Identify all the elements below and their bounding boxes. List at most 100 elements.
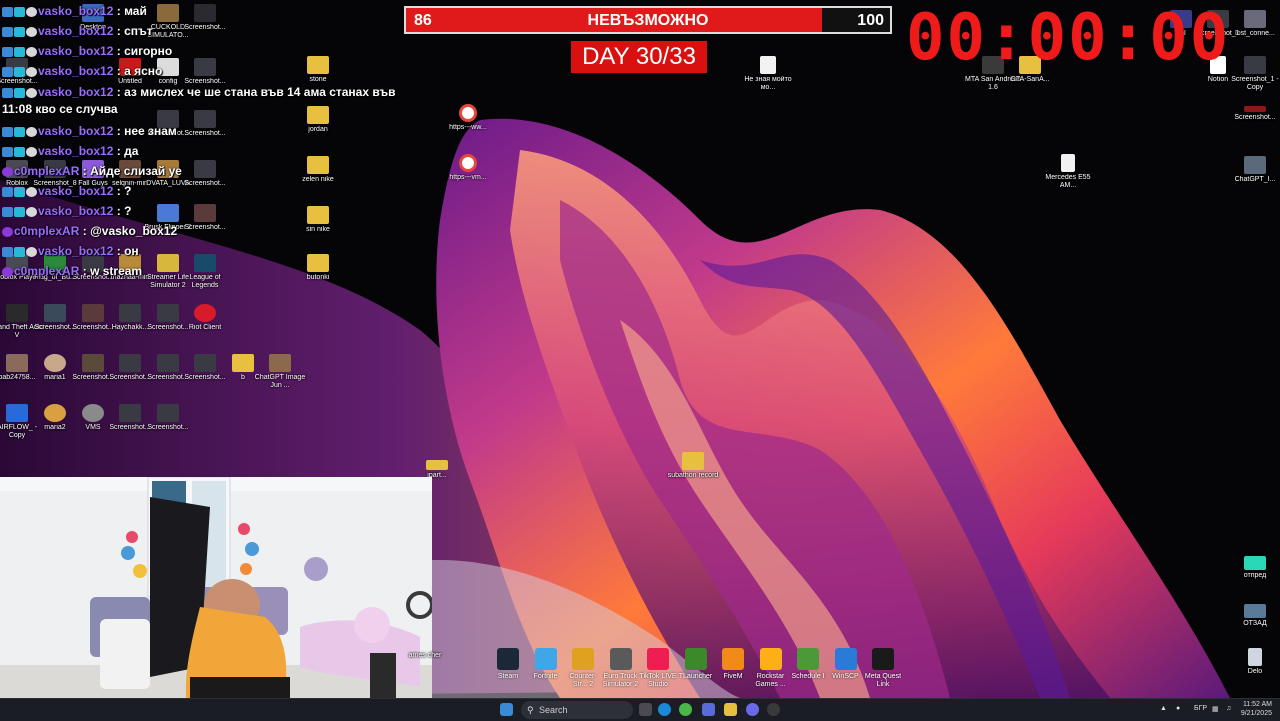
badge-icon [14,6,25,17]
desktop-icon[interactable]: Screenshot_1 - Copy [1226,56,1280,92]
language-indicator[interactable]: БГР [1194,705,1207,712]
chat-username: vasko_box12 [38,44,114,58]
dock-shortcut[interactable]: Meta Quest Link [864,648,902,689]
app-icon [797,648,819,670]
desktop-icon[interactable]: Screenshot... [176,160,234,188]
desktop-icon[interactable]: ОТЗАД [1226,604,1280,628]
chat-separator: : [116,204,121,218]
dock-shortcut[interactable]: Fortnite [527,648,565,681]
microphone-icon[interactable]: ● [1176,705,1180,712]
discord-icon[interactable] [702,703,715,716]
dock-shortcut[interactable]: Steam [489,648,527,681]
chat-username: c0mplexAR [14,164,80,178]
chat-message: vasko_box12 : ? [2,204,131,222]
desktop-icon[interactable]: Riot Client [176,304,234,332]
chrome-shortcut[interactable]: https---vm... [439,154,497,182]
windows-start-icon[interactable] [500,703,513,716]
badge-icon [14,146,25,157]
task-view-icon[interactable] [639,703,652,716]
badge-icon [2,226,13,237]
network-icon[interactable]: ▦ [1212,705,1219,713]
dock-shortcut[interactable]: WinSCP [827,648,865,681]
folder-butonki[interactable]: butonki [289,254,347,282]
badge-icon [2,26,13,37]
chat-separator: : [82,164,87,178]
chat-text: нее знам [124,124,177,138]
chat-text: он [124,244,139,258]
desktop-icon[interactable]: ChatGPT Image Jun ... [251,354,309,390]
clock-date: 9/21/2025 [1240,710,1272,717]
video-file-icon [760,56,776,74]
chat-separator: : [82,264,87,278]
chat-message: c0mplexAR : @vasko_box12 [2,224,177,242]
badge-icon [2,186,13,197]
folder-sin-nike[interactable]: sin nike [289,206,347,234]
dock-shortcut-label: Euro Truck Simulator 2 [602,673,639,688]
recycle-bin[interactable]: Delo [1226,648,1280,676]
dock-shortcut-label: Rockstar Games ... [755,673,786,688]
volume-icon[interactable]: ♫ [1226,705,1231,712]
chat-text: ? [124,184,132,198]
desktop-icon[interactable]: Screenshot... [1226,106,1280,122]
dock-shortcut[interactable]: FiveM [714,648,752,681]
search-icon: ⚲ [527,705,534,715]
image-icon [1244,156,1266,174]
clock[interactable]: 11:52 AM 9/21/2025 [1241,700,1272,718]
app-icon [6,404,28,422]
badge-icon [14,46,25,57]
chrome-shortcut[interactable]: https---ww... [439,104,497,132]
image-icon [119,354,141,372]
badge-icon [2,146,13,157]
desktop-icon[interactable]: Screenshot... [176,4,234,32]
folder-zelen-nike[interactable]: zelen nike [289,156,347,184]
image-icon [194,160,216,178]
dock-shortcut[interactable]: TLauncher [677,648,715,681]
desktop-icon[interactable]: League of Legends [176,254,234,290]
folder-stone[interactable]: stone [289,56,347,84]
chevron-up-icon[interactable]: ▲ [1160,705,1167,712]
dock-shortcut[interactable]: Counter-Str... 2 [564,648,602,689]
app-icon [834,648,857,670]
app-icon[interactable] [746,703,759,716]
badge-icon [2,66,13,77]
app-icon [497,648,519,670]
dock-shortcut[interactable]: Euro Truck Simulator 2 [602,648,640,689]
edge-icon[interactable] [658,703,671,716]
folder-icon [307,156,329,174]
chat-text: май [124,4,147,18]
desktop-icon[interactable]: ChatGPT_I... [1226,156,1280,184]
stream-timer: 00:00:00 [906,1,1231,75]
chat-message: vasko_box12 : он [2,244,139,262]
obs-icon[interactable] [767,703,780,716]
dock-shortcut[interactable]: Schedule I [789,648,827,681]
badge-icon [2,87,13,98]
file-explorer-icon[interactable] [724,703,737,716]
badge-icon [2,206,13,217]
app-icon [534,648,557,670]
chat-separator: : [116,144,121,158]
desktop-icon[interactable]: Screenshot... [139,404,197,432]
desktop-icon[interactable]: отпред [1226,556,1280,580]
video-file[interactable]: Не зная мойто мо... [739,56,797,92]
headset-icon [26,146,37,157]
image-icon [194,354,216,372]
riot-client-icon [194,304,216,322]
file-mercedes[interactable]: Mercedes E55 AM... [1039,154,1097,190]
app-icon [722,648,744,670]
desktop-icon[interactable]: Screenshot... [176,204,234,232]
chat-username: c0mplexAR [14,264,80,278]
folder-subathon-record[interactable]: subathon record [664,452,722,480]
chat-text: сигорно [124,44,173,58]
headset-icon [26,206,37,217]
chat-separator: : [116,44,121,58]
dock-shortcut[interactable]: Rockstar Games ... [752,648,790,689]
clock-time: 11:52 AM [1242,701,1272,708]
file-icon [1061,154,1075,172]
taskbar-search[interactable]: ⚲ Search [521,701,633,719]
goal-progress-bar: 86 НЕВЪЗМОЖНО 100 [404,6,892,34]
chrome-icon[interactable] [679,703,692,716]
gta-v-icon [6,304,28,322]
desktop-icon[interactable]: Screenshot... [176,58,234,86]
image-icon [1244,556,1266,570]
dock-shortcut[interactable]: TikTok LIVE Studio [639,648,677,689]
